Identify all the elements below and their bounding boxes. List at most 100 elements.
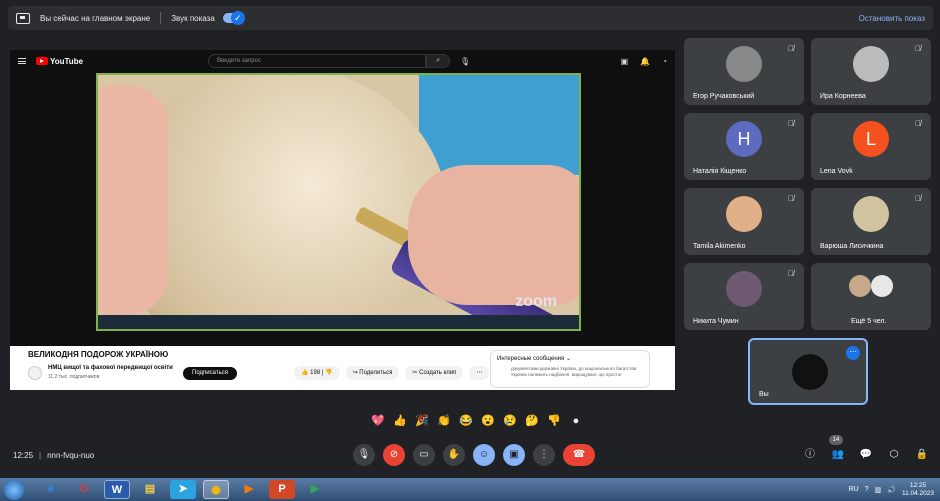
network-icon[interactable]: ▥ xyxy=(875,486,882,494)
file-explorer-icon[interactable]: ▤ xyxy=(137,480,163,499)
stop-presenting-button[interactable]: Остановить показ xyxy=(859,14,925,23)
account-avatar-icon[interactable]: ◔ xyxy=(662,57,667,66)
clap-reaction-icon[interactable]: 👏 xyxy=(436,413,452,429)
present-button[interactable]: ▣ xyxy=(503,444,525,466)
meet-icon[interactable]: ▶ xyxy=(302,480,328,499)
video-info: ВЕЛИКОДНЯ ПОДОРОЖ УКРАЇНОЮ НМЦ вищої та … xyxy=(10,346,675,390)
start-button[interactable] xyxy=(4,479,24,500)
language-indicator[interactable]: RU xyxy=(849,486,859,493)
reactions-button[interactable]: ☺ xyxy=(473,444,495,466)
participant-tile[interactable]: 🎙̸ Егор Ручаковський xyxy=(684,38,804,105)
create-video-icon[interactable]: ▣ xyxy=(621,57,629,66)
host-controls-button[interactable]: 🔒 xyxy=(915,448,929,462)
captions-icon: ▭ xyxy=(419,449,429,460)
participant-tile[interactable]: 🎙̸ Tamila Akimenko xyxy=(684,188,804,255)
mic-off-icon: 🎙̸ xyxy=(788,119,794,128)
microphone-button[interactable]: 🎙 xyxy=(353,444,375,466)
microphone-icon: 🎙 xyxy=(357,449,371,460)
participant-name: Tamila Akimenko xyxy=(693,243,746,250)
more-options-icon[interactable]: ⋯ xyxy=(846,346,860,360)
surprised-reaction-icon[interactable]: 😮 xyxy=(480,413,496,429)
clock[interactable]: 12:25 11.04.2023 xyxy=(902,482,934,498)
leave-call-button[interactable]: ☎ xyxy=(563,444,595,466)
laugh-reaction-icon[interactable]: 😂 xyxy=(458,413,474,429)
help-icon[interactable]: ? xyxy=(865,486,869,493)
people-button[interactable]: 14 👥 xyxy=(829,435,845,462)
participant-tile[interactable]: 🎙̸ L Lena Vovk xyxy=(811,113,931,180)
mic-off-icon: 🎙̸ xyxy=(915,119,921,128)
volume-icon[interactable]: 🔊 xyxy=(887,486,896,494)
participant-name: Никита Чумин xyxy=(693,318,739,325)
activities-button[interactable]: ⬡ xyxy=(887,448,901,462)
hand-icon: ✋ xyxy=(447,449,461,460)
chat-message: документами державні Україна, до націона… xyxy=(511,366,637,377)
more-actions-button[interactable]: ⋯ xyxy=(469,366,490,380)
youtube-search-input[interactable]: Введите запрос xyxy=(208,54,427,68)
video-title: ВЕЛИКОДНЯ ПОДОРОЖ УКРАЇНОЮ xyxy=(28,350,169,359)
video-player[interactable]: zoom xyxy=(96,73,581,331)
participant-tile[interactable]: 🎙̸ Варюша Лисичкина xyxy=(811,188,931,255)
sad-reaction-icon[interactable]: 😢 xyxy=(502,413,518,429)
meeting-info: 12:25 | nnn-fvqu-nuo xyxy=(13,451,95,460)
avatar xyxy=(853,196,889,232)
more-participants-tile[interactable]: Ещё 5 чел. xyxy=(811,263,931,330)
hamburger-menu-icon[interactable] xyxy=(18,58,26,64)
more-vert-icon: ⋮ xyxy=(539,449,549,460)
share-sound-label: Звук показа xyxy=(171,13,215,23)
info-icon: ⓘ xyxy=(805,449,815,460)
live-chat-panel: Интересные сообщения ⌄ документами держа… xyxy=(490,350,650,388)
chrome-icon[interactable]: ◉ xyxy=(203,480,229,499)
shared-screen: YouTube Введите запрос ⌕ 🎙 ▣ 🔔 ◔ zoom ВЕ… xyxy=(10,50,675,390)
word-icon[interactable]: W xyxy=(104,480,130,499)
meeting-details-button[interactable]: ⓘ xyxy=(803,448,817,462)
opera-icon[interactable]: O xyxy=(71,480,97,499)
chat-icon: 💬 xyxy=(859,449,873,460)
call-controls: 🎙 ⊘ ▭ ✋ ☺ ▣ ⋮ ☎ xyxy=(353,444,595,466)
thumbs-up-reaction-icon[interactable]: 👍 xyxy=(392,413,408,429)
party-reaction-icon[interactable]: 🎉 xyxy=(414,413,430,429)
internet-explorer-icon[interactable]: e xyxy=(38,480,64,499)
channel-avatar[interactable] xyxy=(28,366,42,380)
telegram-icon[interactable]: ➤ xyxy=(170,480,196,499)
participant-tile[interactable]: 🎙̸ Ира Корнеева xyxy=(811,38,931,105)
microphone-icon[interactable]: 🎙 xyxy=(460,57,470,66)
more-options-button[interactable]: ⋮ xyxy=(533,444,555,466)
chat-button[interactable]: 💬 xyxy=(859,448,873,462)
chevron-down-icon[interactable]: ⌄ xyxy=(566,356,571,362)
share-button[interactable]: ↪ Поделиться xyxy=(345,366,400,380)
mic-off-icon: 🎙̸ xyxy=(915,44,921,53)
thumbs-down-icon: 👎 xyxy=(325,370,333,376)
video-actions: 👍 198 | 👎 ↪ Поделиться ✂ Создать клип ⋯ xyxy=(294,366,490,380)
phone-hangup-icon: ☎ xyxy=(572,449,586,460)
participant-name: Ира Корнеева xyxy=(820,93,866,100)
people-icon: 👥 xyxy=(831,449,845,460)
mic-off-icon: 🎙̸ xyxy=(788,44,794,53)
clip-button[interactable]: ✂ Создать клип xyxy=(405,366,464,380)
activities-icon: ⬡ xyxy=(889,449,899,460)
notifications-bell-icon[interactable]: 🔔 xyxy=(640,57,650,66)
lock-person-icon: 🔒 xyxy=(915,449,929,460)
participant-tile[interactable]: 🎙̸ H Наталія Кіщенко xyxy=(684,113,804,180)
presenting-status-text: Вы сейчас на главном экране xyxy=(40,13,151,23)
participant-name: Егор Ручаковський xyxy=(693,93,755,100)
heart-reaction-icon[interactable]: 💖 xyxy=(370,413,386,429)
raise-hand-button[interactable]: ✋ xyxy=(443,444,465,466)
thinking-reaction-icon[interactable]: 🤔 xyxy=(524,413,540,429)
thumbs-down-reaction-icon[interactable]: 👎 xyxy=(546,413,562,429)
share-sound-toggle[interactable]: ✓ xyxy=(222,11,245,25)
youtube-logo[interactable]: YouTube xyxy=(36,57,83,66)
chat-panel-title[interactable]: Интересные сообщения xyxy=(497,356,564,362)
media-player-icon[interactable]: ▶ xyxy=(236,480,262,499)
self-tile[interactable]: ⋯ Вы xyxy=(748,338,868,405)
like-button[interactable]: 👍 198 | 👎 xyxy=(294,366,340,380)
camera-off-button[interactable]: ⊘ xyxy=(383,444,405,466)
search-icon[interactable]: ⌕ xyxy=(426,54,451,68)
participant-tile[interactable]: 🎙̸ Никита Чумин xyxy=(684,263,804,330)
powerpoint-icon[interactable]: P xyxy=(269,480,295,499)
scissors-icon: ✂ xyxy=(412,370,418,376)
thumbs-up-icon: 👍 xyxy=(301,370,309,376)
channel-name[interactable]: НМЦ вищої та фахової передвищої освіти xyxy=(48,365,173,371)
subscribe-button[interactable]: Подписаться xyxy=(183,367,237,380)
captions-button[interactable]: ▭ xyxy=(413,444,435,466)
skin-tone-icon[interactable]: ● xyxy=(568,413,584,429)
